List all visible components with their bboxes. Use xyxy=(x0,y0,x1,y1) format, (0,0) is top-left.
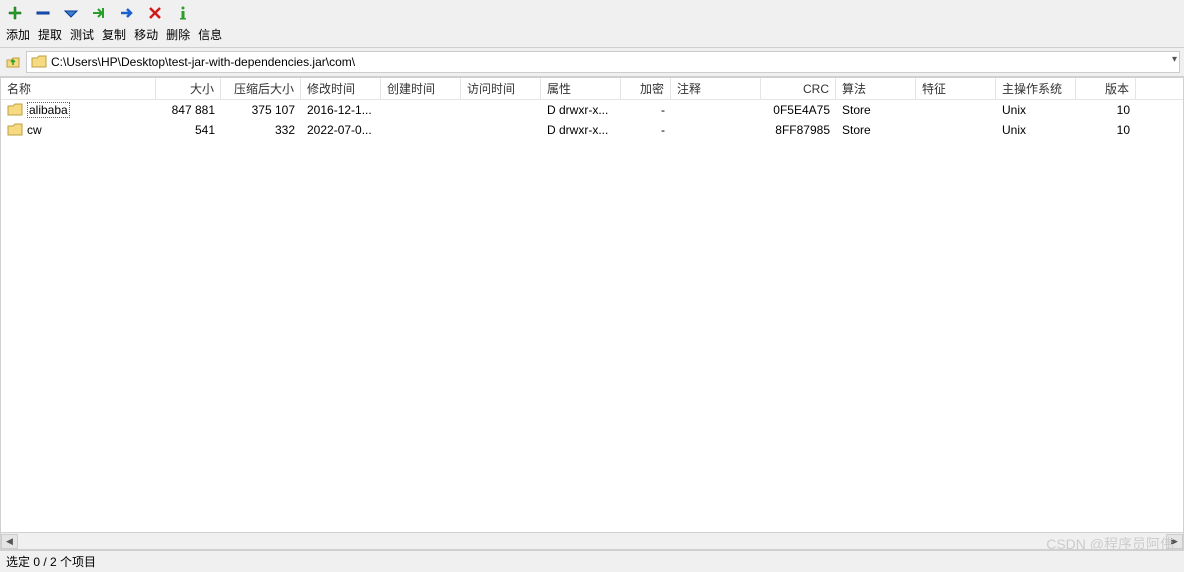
header-os[interactable]: 主操作系统 xyxy=(996,78,1076,99)
file-rows: alibaba 847 881 375 107 2016-12-1... D d… xyxy=(1,100,1183,532)
folder-icon xyxy=(7,123,23,137)
toolbar-icons xyxy=(4,2,1180,24)
header-modified[interactable]: 修改时间 xyxy=(301,78,381,99)
move-icon[interactable] xyxy=(118,4,136,22)
file-list: 名称 大小 压缩后大小 修改时间 创建时间 访问时间 属性 加密 注释 CRC … xyxy=(0,77,1184,550)
header-enc[interactable]: 加密 xyxy=(621,78,671,99)
status-bar: 选定 0 / 2 个项目 xyxy=(0,550,1184,572)
scroll-right-icon[interactable]: ▶ xyxy=(1166,534,1183,549)
header-packed[interactable]: 压缩后大小 xyxy=(221,78,301,99)
toolbar-label-copy[interactable]: 复制 xyxy=(100,26,128,43)
delete-icon[interactable] xyxy=(146,4,164,22)
item-attr: D drwxr-x... xyxy=(541,103,621,117)
extract-icon[interactable] xyxy=(34,4,52,22)
item-os: Unix xyxy=(996,103,1076,117)
folder-icon xyxy=(7,103,23,117)
toolbar: 添加 提取 测试 复制 移动 删除 信息 xyxy=(0,0,1184,48)
add-icon[interactable] xyxy=(6,4,24,22)
item-name: alibaba xyxy=(27,102,70,118)
item-attr: D drwxr-x... xyxy=(541,123,621,137)
info-icon[interactable] xyxy=(174,4,192,22)
table-row[interactable]: alibaba 847 881 375 107 2016-12-1... D d… xyxy=(1,100,1183,120)
horizontal-scrollbar[interactable]: ◀ ▶ xyxy=(1,532,1183,549)
status-text: 选定 0 / 2 个项目 xyxy=(6,553,96,570)
toolbar-label-extract[interactable]: 提取 xyxy=(36,26,64,43)
item-ver: 10 xyxy=(1076,123,1136,137)
address-bar: C:\Users\HP\Desktop\test-jar-with-depend… xyxy=(0,48,1184,77)
dropdown-icon[interactable]: ▾ xyxy=(1172,54,1177,65)
header-attr[interactable]: 属性 xyxy=(541,78,621,99)
header-size[interactable]: 大小 xyxy=(156,78,221,99)
toolbar-label-test[interactable]: 测试 xyxy=(68,26,96,43)
scroll-left-icon[interactable]: ◀ xyxy=(1,534,18,549)
header-accessed[interactable]: 访问时间 xyxy=(461,78,541,99)
item-name: cw xyxy=(27,123,42,137)
item-enc: - xyxy=(621,123,671,137)
item-method: Store xyxy=(836,103,916,117)
toolbar-label-info[interactable]: 信息 xyxy=(196,26,224,43)
item-modified: 2022-07-0... xyxy=(301,123,381,137)
header-char[interactable]: 特征 xyxy=(916,78,996,99)
toolbar-label-delete[interactable]: 删除 xyxy=(164,26,192,43)
header-created[interactable]: 创建时间 xyxy=(381,78,461,99)
table-row[interactable]: cw 541 332 2022-07-0... D drwxr-x... - 8… xyxy=(1,120,1183,140)
toolbar-label-move[interactable]: 移动 xyxy=(132,26,160,43)
header-name[interactable]: 名称 xyxy=(1,78,156,99)
toolbar-label-add[interactable]: 添加 xyxy=(4,26,32,43)
item-crc: 8FF87985 xyxy=(761,123,836,137)
item-packed: 375 107 xyxy=(221,103,301,117)
path-text: C:\Users\HP\Desktop\test-jar-with-depend… xyxy=(51,55,355,69)
item-packed: 332 xyxy=(221,123,301,137)
toolbar-labels: 添加 提取 测试 复制 移动 删除 信息 xyxy=(4,24,1180,47)
item-method: Store xyxy=(836,123,916,137)
copy-icon[interactable] xyxy=(90,4,108,22)
item-ver: 10 xyxy=(1076,103,1136,117)
path-input[interactable]: C:\Users\HP\Desktop\test-jar-with-depend… xyxy=(26,51,1180,73)
header-comment[interactable]: 注释 xyxy=(671,78,761,99)
up-folder-button[interactable] xyxy=(4,53,22,71)
item-crc: 0F5E4A75 xyxy=(761,103,836,117)
header-method[interactable]: 算法 xyxy=(836,78,916,99)
item-enc: - xyxy=(621,103,671,117)
header-crc[interactable]: CRC xyxy=(761,78,836,99)
item-size: 541 xyxy=(156,123,221,137)
item-os: Unix xyxy=(996,123,1076,137)
item-modified: 2016-12-1... xyxy=(301,103,381,117)
header-ver[interactable]: 版本 xyxy=(1076,78,1136,99)
folder-icon xyxy=(31,55,47,69)
column-headers: 名称 大小 压缩后大小 修改时间 创建时间 访问时间 属性 加密 注释 CRC … xyxy=(1,78,1183,100)
item-size: 847 881 xyxy=(156,103,221,117)
test-icon[interactable] xyxy=(62,4,80,22)
